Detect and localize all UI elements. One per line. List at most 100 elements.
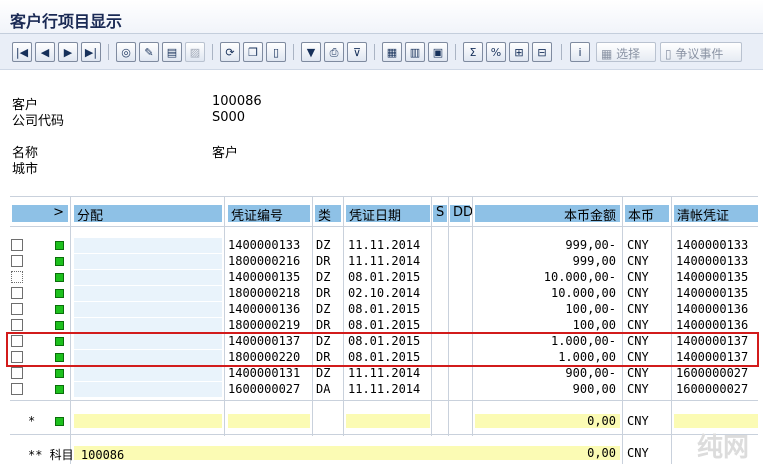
- grid-layout-icon[interactable]: ▦: [382, 42, 402, 62]
- column-header-expand[interactable]: >: [12, 205, 68, 222]
- toolbar-separator: [212, 44, 213, 60]
- window-title: 客户行项目显示: [10, 12, 123, 31]
- status-led-icon: [55, 385, 64, 394]
- assignment-cell: [74, 366, 222, 381]
- subtotal-icon[interactable]: %: [486, 42, 506, 62]
- row-checkbox[interactable]: [11, 287, 23, 299]
- customer-value: 100086: [212, 94, 262, 109]
- column-header-document-number[interactable]: 凭证编号: [228, 205, 310, 224]
- status-led-icon: [55, 321, 64, 330]
- deselect-icon: ▨: [185, 42, 205, 62]
- document-type-cell: DR: [316, 254, 331, 268]
- column-header-document-date[interactable]: 凭证日期: [346, 205, 430, 224]
- currency-cell: CNY: [627, 238, 649, 252]
- row-checkbox[interactable]: [11, 383, 23, 395]
- currency-cell: CNY: [627, 270, 649, 284]
- select-button[interactable]: ▦ 选择: [596, 42, 656, 62]
- clearing-document-cell[interactable]: 1400000133: [676, 254, 748, 268]
- column-header-assignment[interactable]: 分配: [74, 205, 222, 224]
- grid-line: [671, 196, 672, 464]
- document-type-cell: DZ: [316, 366, 331, 380]
- highlight-box: [6, 332, 759, 367]
- clearing-document-cell[interactable]: 1400000136: [676, 302, 748, 316]
- column-header-s[interactable]: S: [433, 205, 447, 222]
- assignment-cell: [74, 318, 222, 333]
- display-document-icon[interactable]: ◎: [116, 42, 136, 62]
- city-label: 城市: [12, 162, 39, 177]
- assignment-cell: [74, 270, 222, 285]
- document-number-cell[interactable]: 1400000135: [228, 270, 300, 284]
- next-page-icon[interactable]: ▶: [58, 42, 78, 62]
- amount-cell: 900,00: [572, 382, 616, 396]
- dispute-case-button[interactable]: ▯ 争议事件: [660, 42, 742, 62]
- subtotal-currency: CNY: [627, 446, 649, 460]
- first-page-icon[interactable]: |◀: [12, 42, 32, 62]
- add-line-icon[interactable]: ⊞: [509, 42, 529, 62]
- document-date-cell: 11.11.2014: [348, 254, 421, 268]
- row-checkbox[interactable]: [11, 367, 23, 379]
- document-date-cell: 08.01.2015: [348, 318, 421, 332]
- save-layout-icon[interactable]: ▣: [428, 42, 448, 62]
- column-header-clearing-doc[interactable]: 清帐凭证: [674, 205, 758, 224]
- filter-icon[interactable]: ▼: [301, 42, 321, 62]
- total-highlight: [346, 414, 430, 428]
- grid-line: [70, 196, 71, 464]
- change-pencil-icon[interactable]: ✎: [139, 42, 159, 62]
- clearing-document-cell[interactable]: 1400000136: [676, 318, 748, 332]
- document-number-cell[interactable]: 1400000133: [228, 238, 300, 252]
- row-checkbox[interactable]: [11, 255, 23, 267]
- last-page-icon[interactable]: ▶|: [81, 42, 101, 62]
- clearing-document-cell[interactable]: 1400000133: [676, 238, 748, 252]
- amount-cell: 10.000,00-: [543, 270, 616, 284]
- clearing-document-cell[interactable]: 1600000027: [676, 366, 748, 380]
- document-number-cell[interactable]: 1600000027: [228, 382, 300, 396]
- export-icon[interactable]: ⊟: [532, 42, 552, 62]
- row-checkbox[interactable]: [11, 271, 23, 283]
- previous-page-icon[interactable]: ◀: [35, 42, 55, 62]
- print-icon[interactable]: ⎙: [324, 42, 344, 62]
- set-filter-icon[interactable]: ⊽: [347, 42, 367, 62]
- document-number-cell[interactable]: 1800000218: [228, 286, 300, 300]
- document-icon[interactable]: ▯: [266, 42, 286, 62]
- column-header-amount[interactable]: 本币金额: [475, 205, 620, 224]
- total-highlight: [674, 414, 758, 428]
- column-header-dd[interactable]: DD: [450, 205, 473, 222]
- subtotal-label: ** 科目 100086: [28, 448, 125, 462]
- row-checkbox[interactable]: [11, 303, 23, 315]
- document-type-cell: DR: [316, 318, 331, 332]
- select-all-icon[interactable]: ▤: [162, 42, 182, 62]
- document-number-cell[interactable]: 1400000136: [228, 302, 300, 316]
- clearing-document-cell[interactable]: 1400000135: [676, 286, 748, 300]
- sum-icon[interactable]: Σ: [463, 42, 483, 62]
- document-type-cell: DZ: [316, 302, 331, 316]
- document-type-cell: DZ: [316, 238, 331, 252]
- title-bar: 客户行项目显示: [0, 0, 763, 34]
- assignment-cell: [74, 286, 222, 301]
- clearing-document-cell[interactable]: 1400000135: [676, 270, 748, 284]
- assignment-cell: [74, 302, 222, 317]
- status-led-icon: [55, 305, 64, 314]
- amount-cell: 100,00: [572, 318, 616, 332]
- clearing-document-cell[interactable]: 1600000027: [676, 382, 748, 396]
- row-checkbox[interactable]: [11, 319, 23, 331]
- assignment-cell: [74, 238, 222, 253]
- column-header-currency[interactable]: 本币: [625, 205, 669, 224]
- row-checkbox[interactable]: [11, 239, 23, 251]
- toolbar-separator: [455, 44, 456, 60]
- status-led-icon: [55, 257, 64, 266]
- document-number-cell[interactable]: 1800000219: [228, 318, 300, 332]
- document-number-cell[interactable]: 1400000131: [228, 366, 300, 380]
- document-date-cell: 02.10.2014: [348, 286, 421, 300]
- toolbar-separator: [374, 44, 375, 60]
- copy-doc-icon[interactable]: ❐: [243, 42, 263, 62]
- change-layout-icon[interactable]: ▥: [405, 42, 425, 62]
- currency-cell: CNY: [627, 254, 649, 268]
- total-currency: CNY: [627, 414, 649, 428]
- refresh-icon[interactable]: ⟳: [220, 42, 240, 62]
- document-number-cell[interactable]: 1800000216: [228, 254, 300, 268]
- info-icon[interactable]: i: [570, 42, 590, 62]
- toolbar-separator: [108, 44, 109, 60]
- currency-cell: CNY: [627, 302, 649, 316]
- grid-line: [10, 434, 758, 435]
- column-header-type[interactable]: 类: [315, 205, 341, 224]
